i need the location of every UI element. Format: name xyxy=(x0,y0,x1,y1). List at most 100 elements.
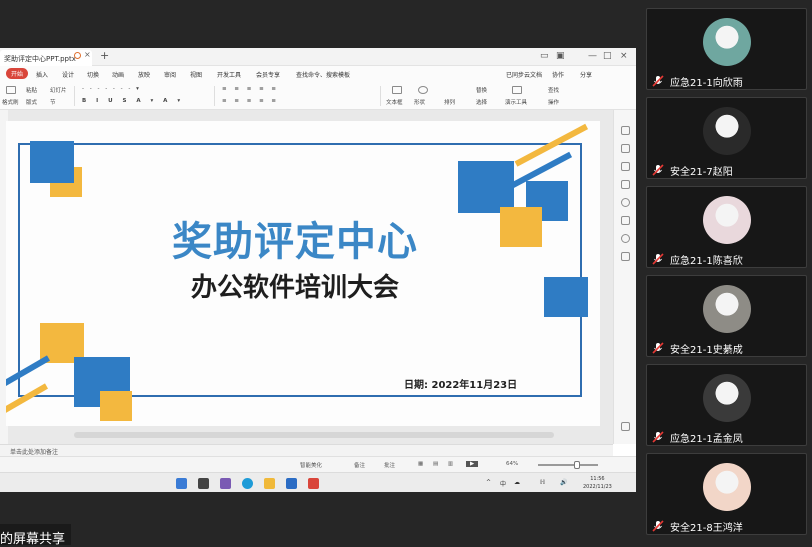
ribbon-section[interactable]: 节 xyxy=(50,98,56,106)
wps-icon[interactable] xyxy=(308,478,319,489)
participant-name-row: 应急21-1陈喜欣 xyxy=(652,252,802,267)
task-view-icon[interactable] xyxy=(198,478,209,489)
participant-tile[interactable]: 应急21-1陈喜欣 xyxy=(646,186,807,268)
pin-icon[interactable] xyxy=(621,126,630,135)
ribbon-find[interactable]: 查找 xyxy=(548,86,559,94)
expand-icon[interactable] xyxy=(621,422,630,431)
ribbon-paste[interactable]: 粘贴 xyxy=(26,86,37,94)
menu-slideshow[interactable]: 放映 xyxy=(138,70,150,79)
zoom-level[interactable]: 64% xyxy=(506,461,518,467)
window-icon[interactable]: ▣ xyxy=(556,51,565,61)
zoom-slider-track[interactable] xyxy=(538,464,598,466)
zoom-slider-handle[interactable] xyxy=(574,461,580,469)
deco-square-yellow xyxy=(500,207,542,247)
command-search[interactable]: 查找命令、搜索模板 xyxy=(296,70,350,79)
menu-member[interactable]: 会员专享 xyxy=(256,70,280,79)
comments-button[interactable]: 批注 xyxy=(384,461,395,469)
menu-view[interactable]: 视图 xyxy=(190,70,202,79)
folder-icon[interactable] xyxy=(264,478,275,489)
widgets-icon[interactable] xyxy=(220,478,231,489)
image-icon[interactable] xyxy=(621,216,630,225)
menu-developer[interactable]: 开发工具 xyxy=(217,70,241,79)
select-icon[interactable] xyxy=(621,162,630,171)
ribbon-format-painter[interactable]: 格式刷 xyxy=(2,98,19,106)
horizontal-scrollbar[interactable] xyxy=(74,432,554,438)
close-button[interactable]: × xyxy=(620,51,628,61)
os-taskbar: ^ 中 ☁ ℍ 🔊 11:56 2022/11/23 xyxy=(0,472,636,492)
slide-title[interactable]: 奖助评定中心 xyxy=(142,209,448,267)
participant-tile[interactable]: 应急21-1孟金凤 xyxy=(646,364,807,446)
ribbon-arrange[interactable]: 排列 xyxy=(444,98,455,106)
smart-beautify-button[interactable]: 智能美化 xyxy=(300,461,322,469)
tray-cloud-icon[interactable]: ☁ xyxy=(514,479,520,486)
clock-date: 2022/11/23 xyxy=(583,484,612,490)
participant-tile[interactable]: 安全21-7赵阳 xyxy=(646,97,807,179)
participant-name: 安全21-1史綦成 xyxy=(670,345,743,356)
view-mode-icons[interactable]: ▦ ▤ ▥ xyxy=(418,461,457,467)
present-tool-icon[interactable] xyxy=(512,86,522,94)
meeting-screen: 奖助评定中心PPT.pptx × + ▭ ▣ — □ × 开始 插入 设计 切换… xyxy=(0,0,812,547)
ribbon-operation[interactable]: 操作 xyxy=(548,98,559,106)
font-style-buttons[interactable]: B I U S A ▾ A ▾ xyxy=(82,98,184,104)
ribbon-select[interactable]: 选择 xyxy=(476,98,487,106)
menu-review[interactable]: 审阅 xyxy=(164,70,176,79)
collaborate-button[interactable]: 协作 xyxy=(552,70,564,79)
tray-ime[interactable]: 中 xyxy=(500,479,506,488)
menu-home[interactable]: 开始 xyxy=(6,68,29,79)
notes-button[interactable]: 备注 xyxy=(354,461,365,469)
participant-name-row: 安全21-1史綦成 xyxy=(652,341,802,356)
deco-square-blue xyxy=(544,277,588,317)
notes-pane[interactable]: 单击此处添加备注 xyxy=(0,444,613,456)
menu-transition[interactable]: 切换 xyxy=(87,70,99,79)
share-button[interactable]: 分享 xyxy=(580,70,592,79)
tray-volume-icon[interactable]: 🔊 xyxy=(560,479,567,486)
shape-icon[interactable] xyxy=(418,86,428,94)
tray-input-icon[interactable]: ℍ xyxy=(540,479,545,486)
panel-icon[interactable] xyxy=(621,252,630,261)
title-bar: 奖助评定中心PPT.pptx × + ▭ ▣ — □ × xyxy=(0,48,636,66)
taskbar-clock[interactable]: 11:56 2022/11/23 xyxy=(583,475,612,491)
tray-expand-icon[interactable]: ^ xyxy=(486,479,491,486)
participant-tile[interactable]: 应急21-1向欣雨 xyxy=(646,8,807,90)
ribbon-layout[interactable]: 版式 xyxy=(26,98,37,106)
settings-icon[interactable] xyxy=(621,234,630,243)
minimize-button[interactable]: — xyxy=(588,51,597,61)
paste-icon[interactable] xyxy=(6,86,16,94)
participant-tile[interactable]: 安全21-1史綦成 xyxy=(646,275,807,357)
edge-icon[interactable] xyxy=(242,478,253,489)
textbox-icon[interactable] xyxy=(392,86,402,94)
menu-insert[interactable]: 插入 xyxy=(36,70,48,79)
slide-subtitle[interactable]: 办公软件培训大会 xyxy=(142,267,448,304)
adjust-icon[interactable] xyxy=(621,144,630,153)
store-icon[interactable] xyxy=(286,478,297,489)
participant-avatar xyxy=(703,107,751,155)
maximize-button[interactable]: □ xyxy=(603,51,612,61)
tab-close-icon[interactable]: × xyxy=(84,50,91,59)
mic-muted-icon xyxy=(652,342,664,354)
ribbon-shape[interactable]: 形状 xyxy=(414,98,425,106)
paragraph-buttons[interactable]: ≡ ≡ ≡ ≡ ≡ xyxy=(222,86,279,92)
participant-avatar xyxy=(703,463,751,511)
cloud-sync-status[interactable]: 已同步云文档 xyxy=(506,70,542,79)
menu-animation[interactable]: 动画 xyxy=(112,70,124,79)
ribbon-divider xyxy=(380,86,381,106)
ribbon-present-tools[interactable]: 演示工具 xyxy=(505,98,527,106)
font-family-select[interactable]: - - - - - - - ▾ xyxy=(82,86,141,92)
help-icon[interactable] xyxy=(621,198,630,207)
menu-design[interactable]: 设计 xyxy=(62,70,74,79)
participant-name: 应急21-1孟金凤 xyxy=(670,434,743,445)
new-tab-icon[interactable]: + xyxy=(100,49,109,62)
slide-canvas[interactable]: 奖助评定中心 办公软件培训大会 日期: 2022年11月23日 xyxy=(6,121,600,426)
ribbon-replace[interactable]: 替换 xyxy=(476,86,487,94)
ribbon-slide[interactable]: 幻灯片 xyxy=(50,86,67,94)
align-buttons[interactable]: ≡ ≡ ≡ ≡ ≡ xyxy=(222,98,279,104)
ribbon-textbox[interactable]: 文本框 xyxy=(386,98,403,106)
participant-tile[interactable]: 安全21-8王鸿洋 xyxy=(646,453,807,535)
start-icon[interactable] xyxy=(176,478,187,489)
slide-date[interactable]: 日期: 2022年11月23日 xyxy=(404,376,517,391)
layout-icon[interactable]: ▭ xyxy=(540,51,549,61)
participant-name: 应急21-1向欣雨 xyxy=(670,78,743,89)
play-slideshow-button[interactable]: ▶ xyxy=(466,461,479,467)
right-tool-rail xyxy=(613,110,636,444)
copy-icon[interactable] xyxy=(621,180,630,189)
